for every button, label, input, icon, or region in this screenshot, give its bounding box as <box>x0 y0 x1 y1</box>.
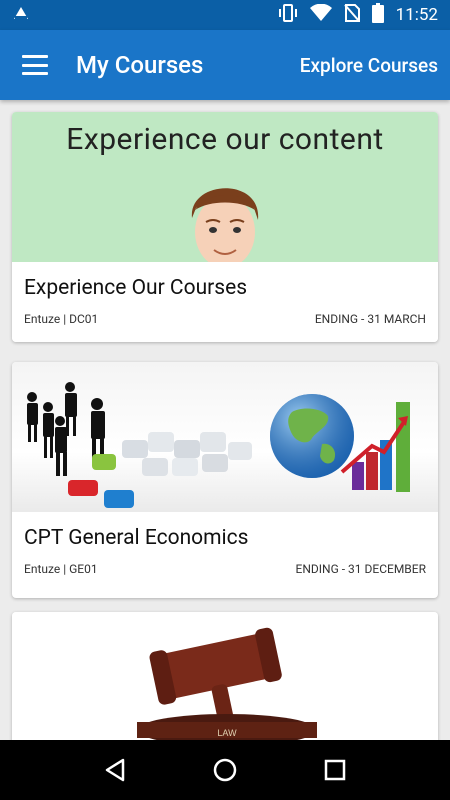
course-card[interactable]: LAW <box>12 612 438 740</box>
course-image-headline: Experience our content <box>66 122 384 157</box>
course-title: CPT General Economics <box>24 526 249 550</box>
recents-icon[interactable] <box>315 750 355 790</box>
course-image: Experience our content <box>12 112 438 262</box>
status-time: 11:52 <box>395 5 438 25</box>
gavel-illustration: LAW <box>137 627 317 740</box>
course-code: Entuze | DC01 <box>24 312 99 326</box>
status-bar: 11:52 <box>0 0 450 30</box>
home-icon[interactable] <box>205 750 245 790</box>
back-icon[interactable] <box>95 750 135 790</box>
explore-courses-button[interactable]: Explore Courses <box>300 54 438 77</box>
hamburger-menu-icon[interactable] <box>22 55 48 75</box>
page-title: My Courses <box>76 51 204 79</box>
course-image <box>12 362 438 512</box>
course-list[interactable]: Experience our content Experience Our Co… <box>0 100 450 740</box>
business-globe-illustration <box>27 382 410 508</box>
person-illustration <box>191 188 259 262</box>
wifi-icon <box>309 3 332 27</box>
course-ending-date: ENDING - 31 MARCH <box>314 312 426 326</box>
course-title: Experience Our Courses <box>24 276 248 300</box>
course-code: Entuze | GE01 <box>24 562 98 576</box>
gavel-base-label: LAW <box>217 728 237 738</box>
no-sim-icon <box>343 3 360 27</box>
app-bar: My Courses Explore Courses <box>0 30 450 100</box>
course-image: LAW <box>12 612 438 740</box>
battery-icon <box>371 2 384 28</box>
course-ending-date: ENDING - 31 DECEMBER <box>295 562 426 576</box>
course-card[interactable]: Experience our content Experience Our Co… <box>12 112 438 342</box>
course-card[interactable]: CPT General Economics Entuze | GE01 ENDI… <box>12 362 438 598</box>
system-nav-bar <box>0 740 450 800</box>
vibrate-icon <box>278 3 298 27</box>
android-notification-icon <box>12 5 30 26</box>
